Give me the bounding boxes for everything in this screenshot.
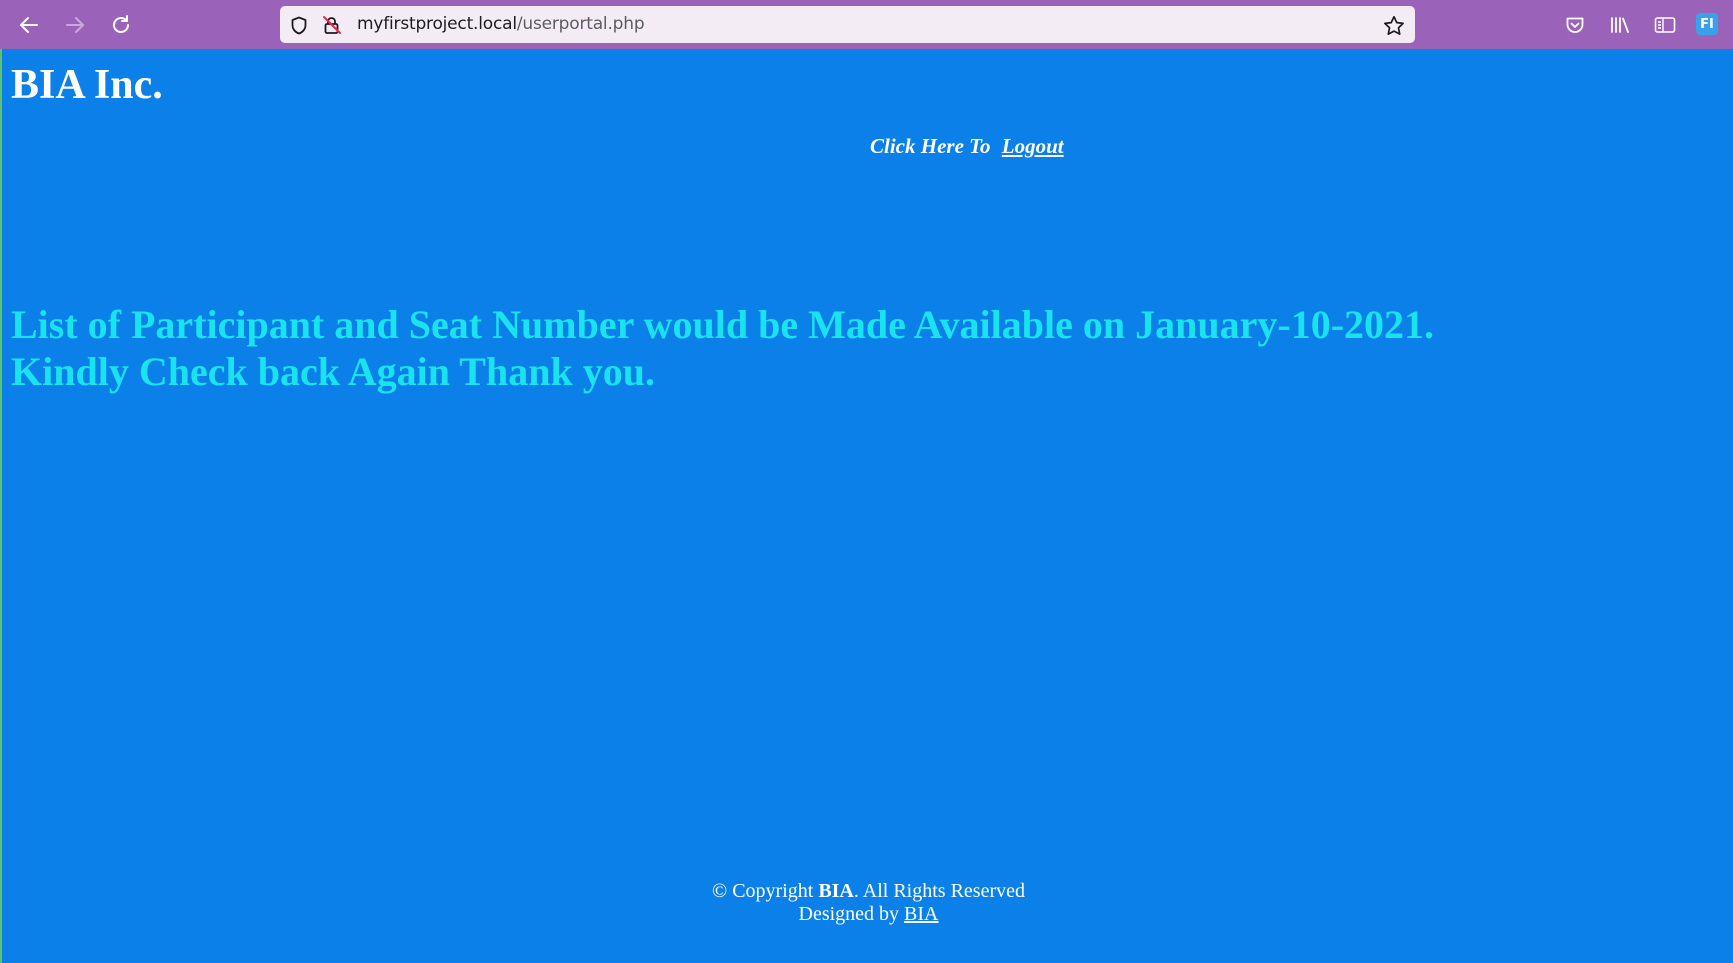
copyright-line: © Copyright BIA. All Rights Reserved — [2, 880, 1733, 903]
designed-by-line: Designed by BIA — [2, 903, 1733, 926]
browser-toolbar: myfirstproject.local/userportal.php FI — [0, 0, 1733, 49]
page-content: BIA Inc. Click Here To Logout List of Pa… — [0, 49, 1733, 963]
site-title: BIA Inc. — [11, 62, 163, 108]
library-icon[interactable] — [1607, 12, 1633, 38]
copyright-prefix: © Copyright — [712, 880, 814, 902]
pocket-icon[interactable] — [1562, 12, 1588, 38]
availability-notice: List of Participant and Seat Number woul… — [11, 301, 1711, 395]
back-arrow-icon[interactable] — [14, 10, 44, 40]
logout-link[interactable]: Logout — [1002, 134, 1064, 158]
designed-by-link[interactable]: BIA — [904, 903, 938, 925]
url-text[interactable]: myfirstproject.local/userportal.php — [357, 6, 645, 43]
footer: © Copyright BIA. All Rights Reserved Des… — [2, 880, 1733, 926]
url-path: /userportal.php — [516, 14, 645, 34]
forward-arrow-icon[interactable] — [60, 10, 90, 40]
sidebar-icon[interactable] — [1652, 12, 1678, 38]
logout-line: Click Here To Logout — [870, 134, 1064, 159]
insecure-lock-icon[interactable] — [322, 15, 342, 40]
logout-prefix: Click Here To — [870, 134, 991, 158]
notice-line-2: Kindly Check back Again Thank you. — [11, 349, 655, 394]
url-bar[interactable]: myfirstproject.local/userportal.php — [280, 6, 1415, 43]
designed-by-prefix: Designed by — [798, 903, 900, 925]
url-host: myfirstproject.local — [357, 14, 517, 34]
copyright-suffix: . All Rights Reserved — [853, 880, 1025, 902]
copyright-brand: BIA — [818, 880, 854, 902]
notice-line-1: List of Participant and Seat Number woul… — [11, 302, 1435, 347]
account-initials: FI — [1700, 16, 1714, 32]
reload-icon[interactable] — [106, 10, 136, 40]
bookmark-star-icon[interactable] — [1383, 15, 1405, 41]
account-icon[interactable]: FI — [1696, 13, 1718, 35]
tracking-protection-shield-icon[interactable] — [290, 16, 308, 40]
